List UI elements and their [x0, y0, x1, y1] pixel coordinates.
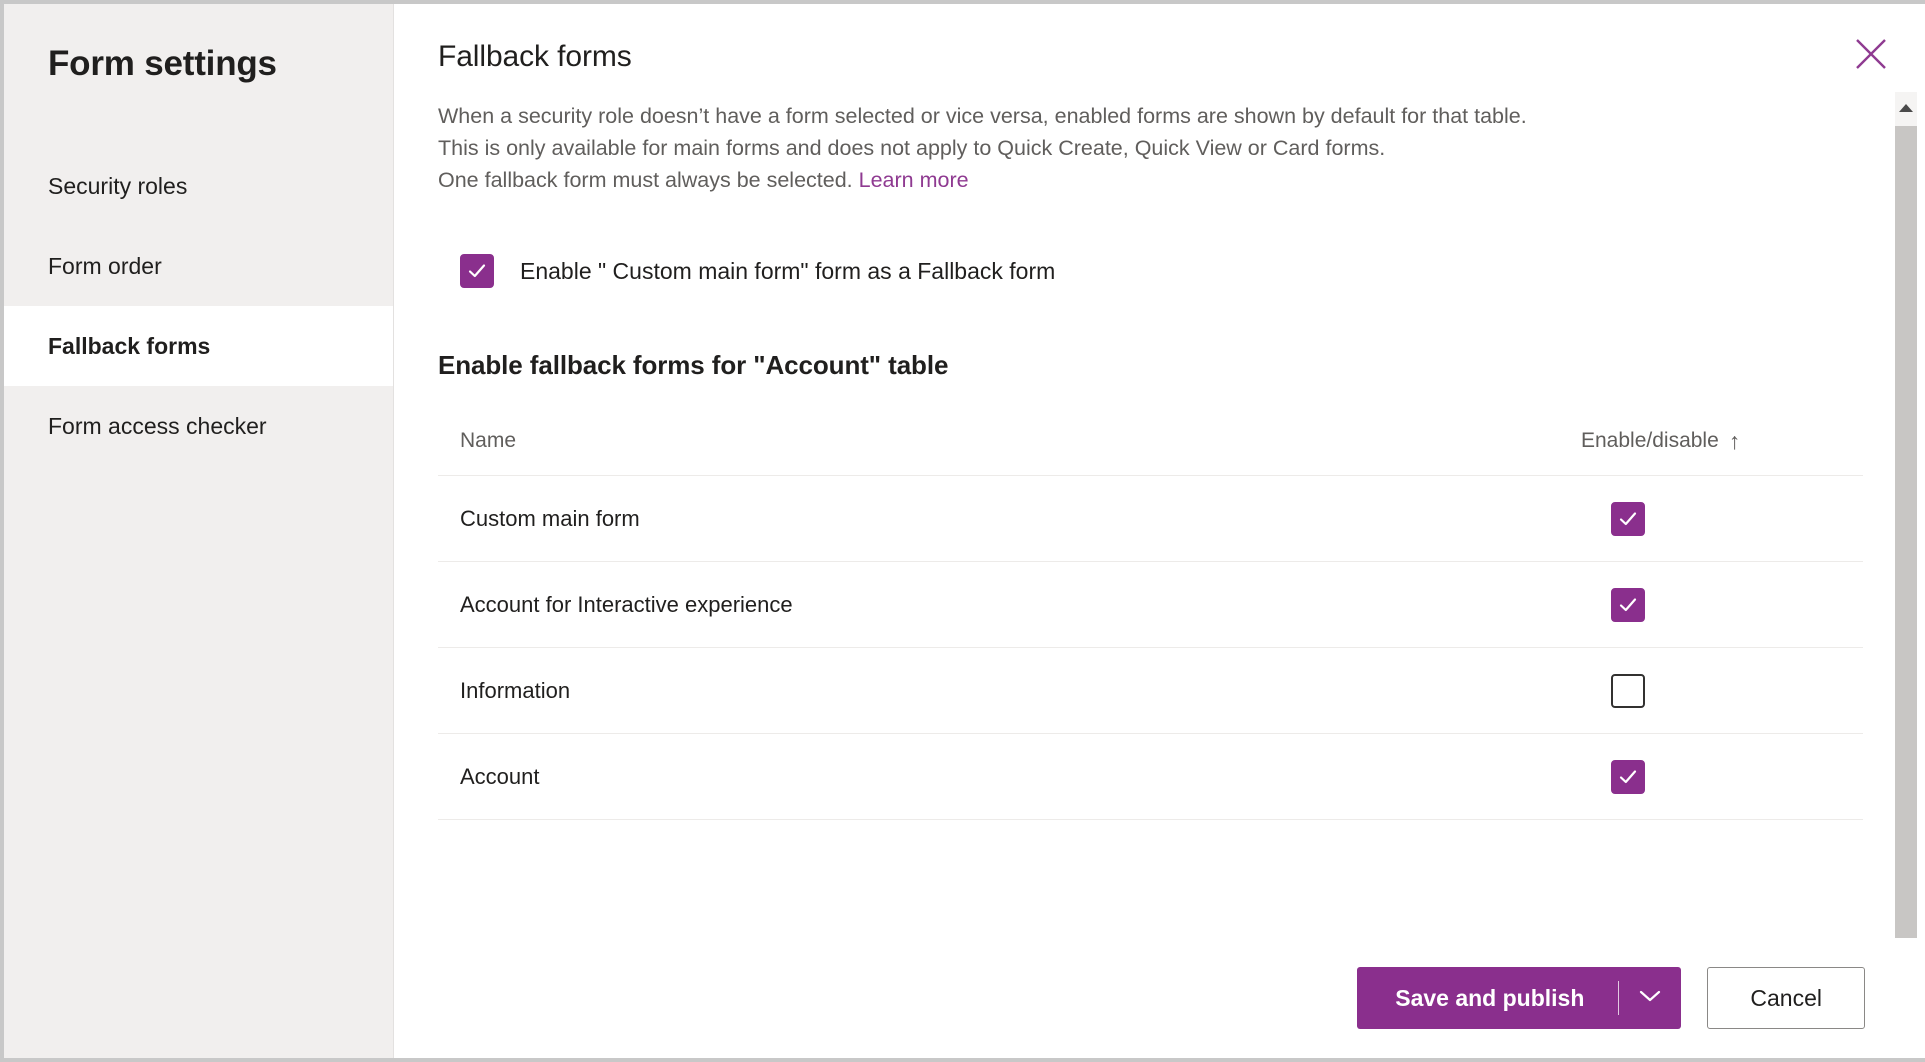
fallback-forms-table: Name Enable/disable ↑ Custom main form [438, 429, 1863, 820]
close-icon [1852, 35, 1890, 73]
cancel-button[interactable]: Cancel [1707, 967, 1865, 1029]
table-row[interactable]: Account [438, 734, 1863, 820]
row-enable-checkbox[interactable] [1611, 588, 1645, 622]
checkmark-icon [1617, 594, 1639, 616]
panel-scroll-region: Fallback forms When a security role does… [394, 4, 1925, 938]
table-row[interactable]: Account for Interactive experience [438, 562, 1863, 648]
master-fallback-checkbox-label: Enable " Custom main form" form as a Fal… [520, 258, 1055, 285]
sidebar-item-security-roles[interactable]: Security roles [4, 146, 393, 226]
chevron-down-icon [1638, 989, 1662, 1008]
sidebar-item-label: Form access checker [48, 413, 267, 439]
checkmark-icon [1617, 508, 1639, 530]
master-fallback-checkbox[interactable] [460, 254, 494, 288]
section-heading: Enable fallback forms for "Account" tabl… [438, 350, 1865, 381]
panel-description: When a security role doesn’t have a form… [438, 100, 1598, 196]
vertical-scrollbar[interactable] [1895, 92, 1917, 938]
sidebar-item-label: Fallback forms [48, 333, 210, 359]
column-header-name[interactable]: Name [460, 429, 1581, 453]
learn-more-link[interactable]: Learn more [859, 168, 969, 192]
sidebar: Form settings Security roles Form order … [4, 4, 394, 1058]
scroll-up-button[interactable] [1895, 92, 1917, 126]
save-and-publish-button[interactable]: Save and publish [1357, 967, 1618, 1029]
table-row[interactable]: Information [438, 648, 1863, 734]
save-and-publish-split-button[interactable]: Save and publish [1357, 967, 1681, 1029]
table-cell-name: Account for Interactive experience [460, 592, 1581, 618]
chevron-up-icon [1898, 100, 1914, 118]
sidebar-item-label: Form order [48, 253, 162, 279]
sidebar-item-form-order[interactable]: Form order [4, 226, 393, 306]
scrollbar-thumb[interactable] [1895, 126, 1917, 938]
dialog-footer: Save and publish Cancel [394, 938, 1925, 1058]
checkmark-icon [466, 260, 488, 282]
table-cell-enable [1581, 760, 1841, 794]
description-line-2: This is only available for main forms an… [438, 136, 1385, 160]
description-line-1: When a security role doesn’t have a form… [438, 104, 1527, 128]
sidebar-title: Form settings [4, 44, 393, 84]
page-title: Fallback forms [438, 40, 1865, 74]
column-header-enable-disable[interactable]: Enable/disable ↑ [1581, 429, 1841, 453]
table-cell-enable [1581, 502, 1841, 536]
sidebar-item-form-access-checker[interactable]: Form access checker [4, 386, 393, 466]
description-line-3: One fallback form must always be selecte… [438, 168, 853, 192]
table-cell-enable [1581, 674, 1841, 708]
table-cell-name: Account [460, 764, 1581, 790]
checkmark-icon [1617, 766, 1639, 788]
sidebar-item-label: Security roles [48, 173, 187, 199]
sidebar-nav-list: Security roles Form order Fallback forms… [4, 146, 393, 466]
sort-ascending-icon: ↑ [1729, 430, 1741, 453]
main-panel: Fallback forms When a security role does… [394, 4, 1925, 1058]
master-fallback-checkbox-row[interactable]: Enable " Custom main form" form as a Fal… [460, 254, 1865, 288]
table-cell-enable [1581, 588, 1841, 622]
row-enable-checkbox[interactable] [1611, 674, 1645, 708]
row-enable-checkbox[interactable] [1611, 502, 1645, 536]
close-icon-button[interactable] [1847, 30, 1895, 78]
sidebar-item-fallback-forms[interactable]: Fallback forms [4, 306, 393, 386]
row-enable-checkbox[interactable] [1611, 760, 1645, 794]
table-cell-name: Custom main form [460, 506, 1581, 532]
table-row[interactable]: Custom main form [438, 476, 1863, 562]
save-and-publish-dropdown-button[interactable] [1619, 967, 1681, 1029]
app-root: Form settings Security roles Form order … [0, 0, 1925, 1062]
table-header-row: Name Enable/disable ↑ [438, 429, 1863, 476]
table-cell-name: Information [460, 678, 1581, 704]
form-settings-dialog: Form settings Security roles Form order … [0, 0, 1925, 1062]
column-header-enable-disable-label: Enable/disable [1581, 429, 1719, 453]
